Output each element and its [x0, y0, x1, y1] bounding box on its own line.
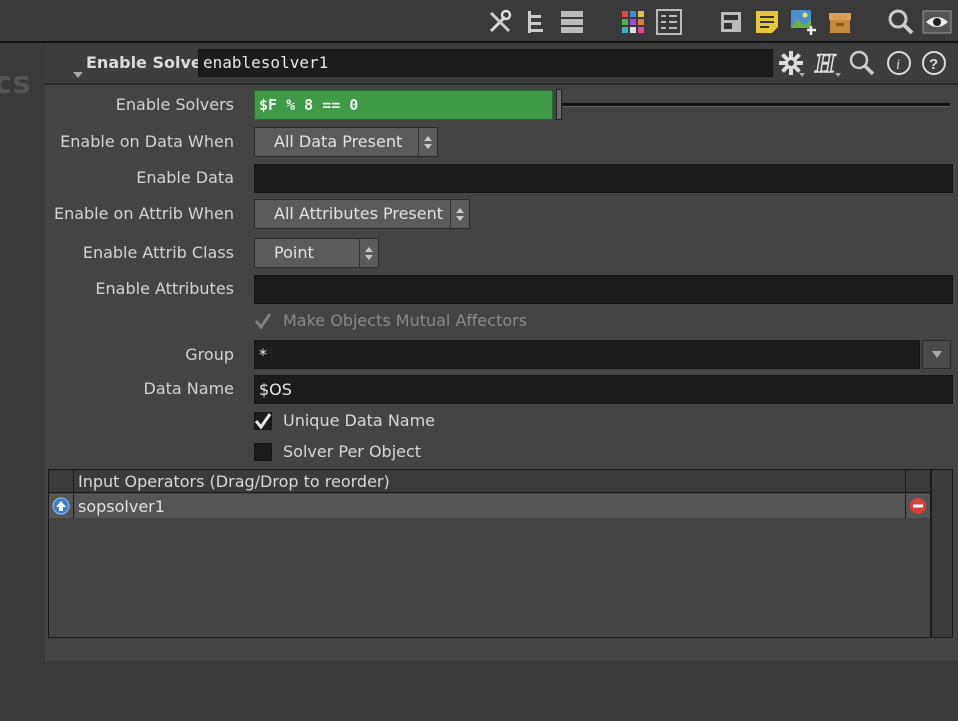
input-operators-header-label: Input Operators (Drag/Drop to reorder)	[78, 472, 390, 491]
enable-solvers-expression: $F % 8 == 0	[259, 96, 359, 114]
enable-on-data-when-menu[interactable]: All Data Present	[254, 127, 438, 157]
sticky-note-icon[interactable]	[751, 6, 783, 38]
color-grid-icon[interactable]	[617, 6, 649, 38]
svg-text:H: H	[814, 49, 836, 78]
header-search-icon[interactable]	[847, 48, 877, 78]
node-name-field[interactable]: enablesolver1	[198, 49, 773, 77]
solver-per-object-label: Solver Per Object	[283, 442, 422, 461]
help-icon[interactable]: ?	[919, 48, 949, 78]
svg-text:?: ?	[929, 56, 938, 73]
enable-on-attrib-when-menu[interactable]: All Attributes Present	[254, 199, 470, 229]
enable-on-data-when-value: All Data Present	[274, 132, 403, 151]
enable-attrib-class-menu[interactable]: Point	[254, 238, 379, 268]
image-add-icon[interactable]	[787, 6, 819, 38]
node-type-label: Enable Solver	[86, 53, 210, 72]
network-layout-icon[interactable]	[715, 6, 747, 38]
panel-bottom-area	[45, 661, 958, 721]
left-pane-partial-title: cs	[0, 66, 32, 101]
enable-attrib-class-label: Enable Attrib Class	[82, 243, 234, 262]
gear-icon[interactable]	[776, 48, 806, 78]
input-operator-name: sopsolver1	[78, 497, 165, 516]
enable-on-data-when-label: Enable on Data When	[60, 132, 234, 151]
tree-icon[interactable]	[520, 6, 552, 38]
group-dropdown-button[interactable]	[922, 340, 951, 369]
collapse-arrow-icon[interactable]	[73, 72, 83, 78]
enable-solvers-field[interactable]: $F % 8 == 0	[254, 90, 553, 120]
houdini-help-icon[interactable]: H	[810, 48, 844, 78]
tools-icon[interactable]	[484, 6, 516, 38]
solver-per-object-checkbox[interactable]	[254, 443, 272, 461]
search-icon[interactable]	[885, 6, 917, 38]
enable-on-attrib-when-label: Enable on Attrib When	[53, 204, 234, 223]
move-up-icon[interactable]	[52, 497, 70, 515]
chevron-down-icon	[931, 351, 942, 358]
enable-attributes-field[interactable]	[254, 275, 953, 304]
group-label: Group	[185, 345, 234, 364]
pane-toolbar	[0, 0, 958, 42]
package-icon[interactable]	[824, 6, 856, 38]
mutual-affectors-checkbox[interactable]	[254, 312, 272, 330]
mutual-affectors-label: Make Objects Mutual Affectors	[283, 311, 528, 330]
enable-solvers-label: Enable Solvers	[115, 95, 234, 114]
enable-data-label: Enable Data	[136, 168, 234, 187]
remove-icon[interactable]	[909, 497, 927, 515]
enable-attrib-class-value: Point	[274, 243, 314, 262]
list-scrollbar[interactable]	[931, 469, 953, 638]
group-field[interactable]: *	[254, 340, 920, 369]
menu-arrows-icon	[450, 200, 469, 228]
parameter-list-icon[interactable]	[653, 6, 685, 38]
enable-data-field[interactable]	[254, 164, 953, 193]
eye-icon[interactable]	[921, 6, 953, 38]
unique-data-name-label: Unique Data Name	[283, 411, 436, 430]
enable-attributes-label: Enable Attributes	[95, 279, 234, 298]
data-name-field[interactable]: $OS	[254, 375, 953, 404]
menu-arrows-icon	[418, 128, 437, 156]
menu-arrows-icon	[359, 239, 378, 267]
enable-solvers-slider-track[interactable]	[562, 103, 950, 107]
list-icon[interactable]	[556, 6, 588, 38]
unique-data-name-checkbox[interactable]	[254, 412, 272, 430]
info-icon[interactable]: i	[884, 48, 914, 78]
svg-text:i: i	[896, 57, 900, 73]
left-pane-edge	[0, 43, 45, 721]
input-operators-header: Input Operators (Drag/Drop to reorder)	[49, 470, 930, 493]
list-item[interactable]: sopsolver1	[49, 494, 930, 518]
data-name-label: Data Name	[143, 379, 235, 398]
header-divider	[45, 83, 958, 85]
enable-on-attrib-when-value: All Attributes Present	[274, 204, 444, 223]
